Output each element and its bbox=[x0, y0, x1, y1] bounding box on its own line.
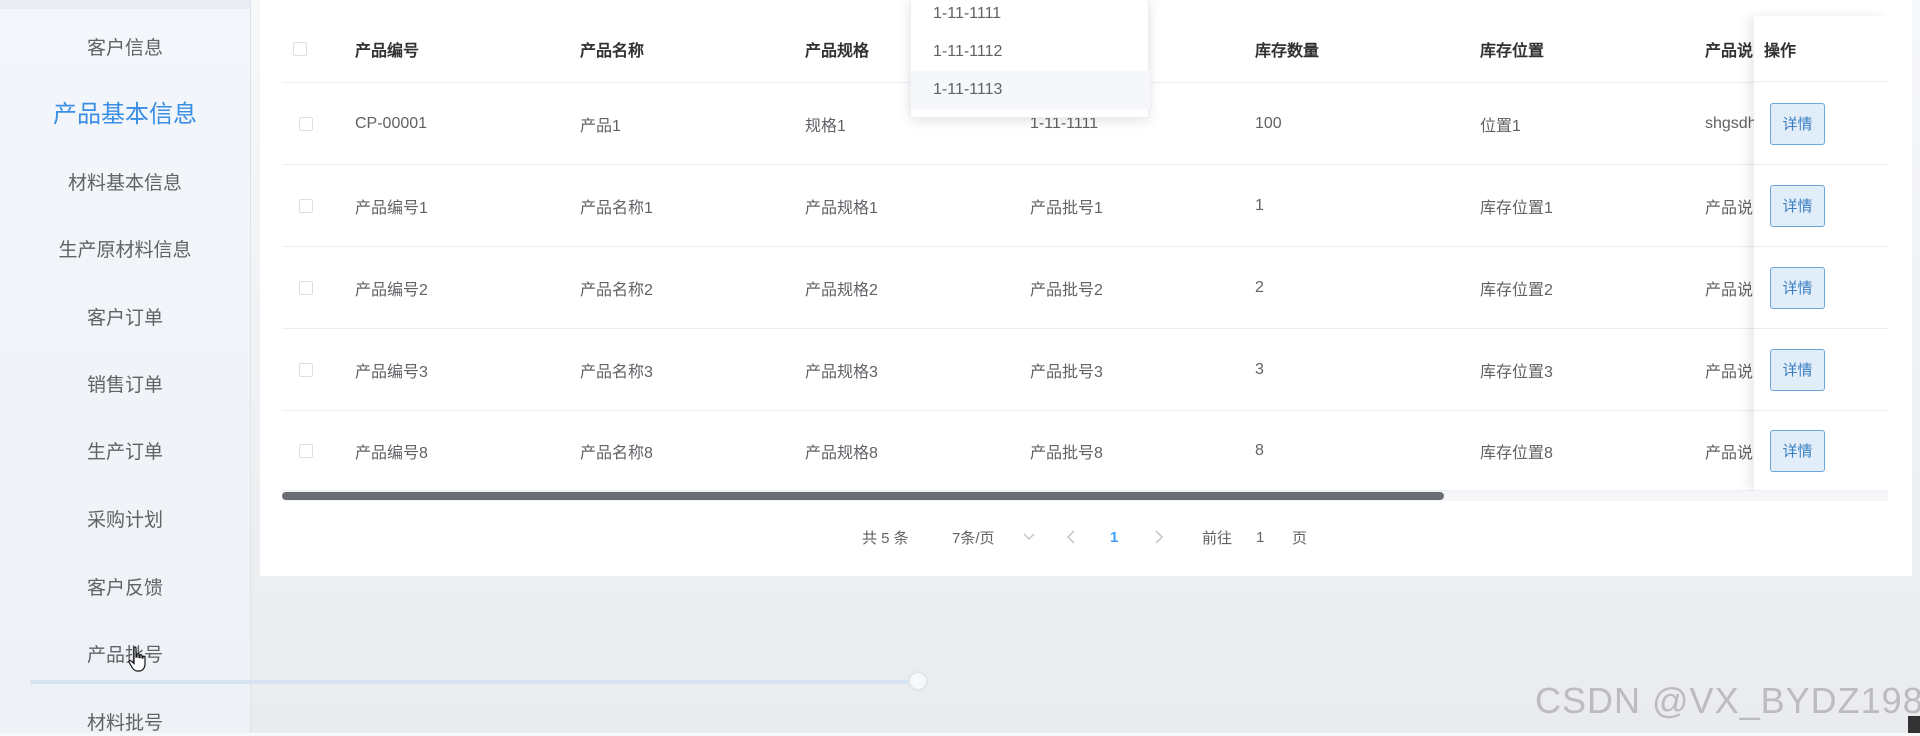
cell-product-spec: 产品规格8 bbox=[805, 444, 878, 462]
row-checkbox-cell[interactable] bbox=[299, 83, 339, 164]
sidebar-item-material-batch[interactable]: 材料批号 bbox=[0, 712, 250, 736]
cell-product-batch: 产品批号2 bbox=[1030, 281, 1103, 299]
sidebar-item-customer-order[interactable]: 客户订单 bbox=[0, 307, 250, 331]
row-checkbox-cell[interactable] bbox=[299, 411, 339, 490]
dropdown-option[interactable]: 1-11-1111 bbox=[911, 0, 1150, 33]
cell-product-name: 产品1 bbox=[580, 117, 621, 135]
cell-product-code: CP-00001 bbox=[355, 114, 428, 132]
cell-product-name: 产品名称2 bbox=[580, 281, 653, 299]
chevron-left-icon bbox=[1066, 530, 1075, 544]
cell-product-code: 产品编号1 bbox=[355, 199, 428, 217]
cell-product-code: 产品编号3 bbox=[355, 363, 428, 381]
sidebar-item-material-info[interactable]: 材料基本信息 bbox=[0, 172, 250, 196]
fixed-operation-column: 操作 详情 详情 详情 详情 详情 bbox=[1754, 16, 1888, 491]
slider-track[interactable] bbox=[30, 680, 920, 684]
goto-prefix: 前往 bbox=[1202, 529, 1233, 547]
cell-stock-location: 库存位置8 bbox=[1480, 444, 1553, 462]
operation-cell: 详情 bbox=[1754, 411, 1888, 491]
cell-stock-qty: 3 bbox=[1255, 360, 1264, 378]
operation-cell: 详情 bbox=[1754, 329, 1888, 411]
cell-product-name: 产品名称3 bbox=[580, 363, 653, 381]
goto-suffix: 页 bbox=[1292, 529, 1308, 547]
dropdown-option-hovered[interactable]: 1-11-1113 bbox=[911, 71, 1150, 109]
row-checkbox-cell[interactable] bbox=[299, 247, 339, 328]
pagination-total: 共 5 条 bbox=[862, 529, 909, 547]
table-hscroll-thumb[interactable] bbox=[282, 492, 1444, 500]
sidebar-item-customer-feedback[interactable]: 客户反馈 bbox=[0, 577, 250, 601]
col-header-product-name: 产品名称 bbox=[580, 43, 645, 60]
cell-stock-location: 位置1 bbox=[1480, 117, 1521, 135]
col-header-operation: 操作 bbox=[1754, 16, 1888, 82]
cell-stock-qty: 1 bbox=[1255, 196, 1264, 214]
table-row: 产品编号3 产品名称3 产品规格3 产品批号3 3 库存位置3 产品说 bbox=[282, 329, 1888, 411]
sidebar-item-sales-order[interactable]: 销售订单 bbox=[0, 374, 250, 398]
cell-stock-qty: 100 bbox=[1255, 114, 1282, 132]
cell-product-batch: 产品批号1 bbox=[1030, 199, 1103, 217]
sidebar-item-customer-info[interactable]: 客户信息 bbox=[0, 37, 250, 61]
page-number-current[interactable]: 1 bbox=[1110, 526, 1118, 548]
detail-button[interactable]: 详情 bbox=[1770, 102, 1825, 145]
row-checkbox[interactable] bbox=[299, 362, 313, 377]
watermark-text: CSDN @VX_BYDZ1988 bbox=[1535, 680, 1920, 721]
cell-product-spec: 产品规格1 bbox=[805, 199, 878, 217]
table-row: 产品编号8 产品名称8 产品规格8 产品批号8 8 库存位置8 产品说 bbox=[282, 411, 1888, 491]
batch-dropdown: 1-11-1111 1-11-1112 1-11-1113 bbox=[910, 0, 1150, 118]
detail-button[interactable]: 详情 bbox=[1770, 348, 1825, 391]
row-checkbox[interactable] bbox=[299, 198, 313, 213]
page-size-value: 7条/页 bbox=[952, 529, 995, 547]
select-all-checkbox[interactable] bbox=[293, 42, 307, 56]
cell-product-code: 产品编号8 bbox=[355, 444, 428, 462]
chevron-down-icon bbox=[1022, 533, 1035, 541]
hand-pointer-icon bbox=[128, 646, 146, 672]
sidebar-item-purchase-plan[interactable]: 采购计划 bbox=[0, 509, 250, 533]
slider-thumb[interactable] bbox=[908, 671, 928, 691]
next-page-button[interactable] bbox=[1154, 526, 1164, 548]
cell-product-code: 产品编号2 bbox=[355, 281, 428, 299]
slider-fill bbox=[30, 680, 910, 684]
col-header-stock-location: 库存位置 bbox=[1480, 43, 1545, 60]
page-size-select[interactable]: 7条/页 bbox=[952, 526, 1035, 548]
dropdown-option[interactable]: 1-11-1112 bbox=[911, 33, 1150, 71]
cell-stock-qty: 2 bbox=[1255, 278, 1264, 296]
cell-product-batch: 产品批号8 bbox=[1030, 444, 1103, 462]
cell-product-spec: 产品规格2 bbox=[805, 281, 878, 299]
row-checkbox-cell[interactable] bbox=[299, 329, 339, 410]
sidebar-item-product-info[interactable]: 产品基本信息 bbox=[0, 103, 250, 127]
detail-button[interactable]: 详情 bbox=[1770, 184, 1825, 227]
row-checkbox[interactable] bbox=[299, 116, 313, 131]
table-row: 产品编号1 产品名称1 产品规格1 产品批号1 1 库存位置1 产品说 bbox=[282, 165, 1888, 247]
sidebar-top-strip bbox=[0, 0, 250, 9]
cell-product-name: 产品名称8 bbox=[580, 444, 653, 462]
detail-button[interactable]: 详情 bbox=[1770, 429, 1825, 472]
prev-page-button[interactable] bbox=[1066, 526, 1076, 548]
detail-button[interactable]: 详情 bbox=[1770, 266, 1825, 309]
cell-product-batch: 产品批号3 bbox=[1030, 363, 1103, 381]
sidebar-item-production-order[interactable]: 生产订单 bbox=[0, 441, 250, 465]
operation-cell: 详情 bbox=[1754, 83, 1888, 165]
corner-mark bbox=[1908, 716, 1920, 733]
cell-stock-location: 库存位置3 bbox=[1480, 363, 1553, 381]
operation-cell: 详情 bbox=[1754, 247, 1888, 329]
select-all-checkbox-cell[interactable] bbox=[293, 16, 333, 82]
sidebar: 客户信息 产品基本信息 材料基本信息 生产原材料信息 客户订单 销售订单 生产订… bbox=[0, 0, 251, 736]
sidebar-item-product-batch[interactable]: 产品批号 bbox=[0, 644, 250, 668]
col-header-stock-qty: 库存数量 bbox=[1255, 43, 1320, 60]
cell-stock-location: 库存位置1 bbox=[1480, 199, 1553, 217]
table-row: 产品编号2 产品名称2 产品规格2 产品批号2 2 库存位置2 产品说 bbox=[282, 247, 1888, 329]
chevron-right-icon bbox=[1155, 530, 1164, 544]
goto-page-input[interactable]: 1 bbox=[1256, 526, 1264, 548]
row-checkbox[interactable] bbox=[299, 280, 313, 295]
operation-cell: 详情 bbox=[1754, 165, 1888, 247]
cell-product-name: 产品名称1 bbox=[580, 199, 653, 217]
cell-stock-location: 库存位置2 bbox=[1480, 281, 1553, 299]
row-checkbox-cell[interactable] bbox=[299, 165, 339, 246]
row-checkbox[interactable] bbox=[299, 443, 313, 458]
cell-stock-qty: 8 bbox=[1255, 441, 1264, 459]
col-header-product-code: 产品编号 bbox=[355, 43, 420, 60]
sidebar-item-raw-material-info[interactable]: 生产原材料信息 bbox=[0, 239, 250, 263]
cell-product-spec: 产品规格3 bbox=[805, 363, 878, 381]
